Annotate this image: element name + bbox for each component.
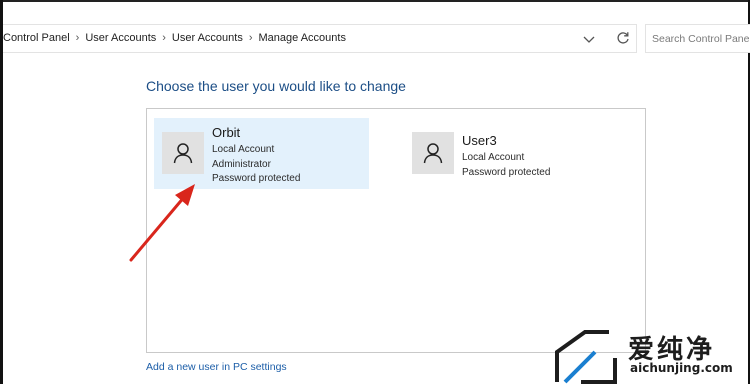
breadcrumb-user-accounts-2[interactable]: User Accounts xyxy=(172,25,243,52)
breadcrumb-control-panel[interactable]: Control Panel xyxy=(3,25,70,52)
chevron-right-icon: › xyxy=(162,32,166,44)
page-title: Choose the user you would like to change xyxy=(146,78,406,94)
account-password-status: Password protected xyxy=(462,166,551,178)
account-role: Administrator xyxy=(212,158,271,170)
account-password-status: Password protected xyxy=(212,173,301,184)
account-info: Orbit Local Account Administrator Passwo… xyxy=(212,125,300,187)
account-name: User3 xyxy=(462,133,497,148)
account-tile-orbit[interactable]: Orbit Local Account Administrator Passwo… xyxy=(154,118,369,189)
account-info: User3 Local Account Password protected xyxy=(462,133,550,180)
account-type: Local Account xyxy=(462,152,525,163)
user-icon xyxy=(173,143,193,164)
breadcrumb-user-accounts[interactable]: User Accounts xyxy=(85,25,156,52)
account-tile-user3[interactable]: User3 Local Account Password protected xyxy=(406,124,606,184)
watermark-url: aichunjing.com xyxy=(630,361,733,375)
account-type: Local Account xyxy=(212,144,275,155)
search-box[interactable] xyxy=(645,24,750,53)
breadcrumb: Control Panel › User Accounts › User Account… xyxy=(3,25,346,52)
refresh-icon[interactable] xyxy=(615,30,631,46)
chevron-right-icon: › xyxy=(248,32,253,44)
breadcrumb-manage-accounts[interactable]: Manage Accounts xyxy=(259,25,346,52)
address-bar[interactable]: Control Panel › User Accounts › User Account… xyxy=(3,24,637,53)
red-arrow-annotation xyxy=(129,184,195,262)
avatar xyxy=(162,132,204,174)
account-name: Orbit xyxy=(212,125,241,140)
user-icon xyxy=(423,143,443,164)
window-border-top xyxy=(0,0,750,2)
chevron-right-icon: › xyxy=(75,32,80,44)
window-border-left xyxy=(0,0,3,384)
chevron-down-icon[interactable] xyxy=(581,31,597,47)
avatar xyxy=(412,132,454,174)
search-input[interactable] xyxy=(646,25,750,52)
add-new-user-link[interactable]: Add a new user in PC settings xyxy=(146,361,287,373)
